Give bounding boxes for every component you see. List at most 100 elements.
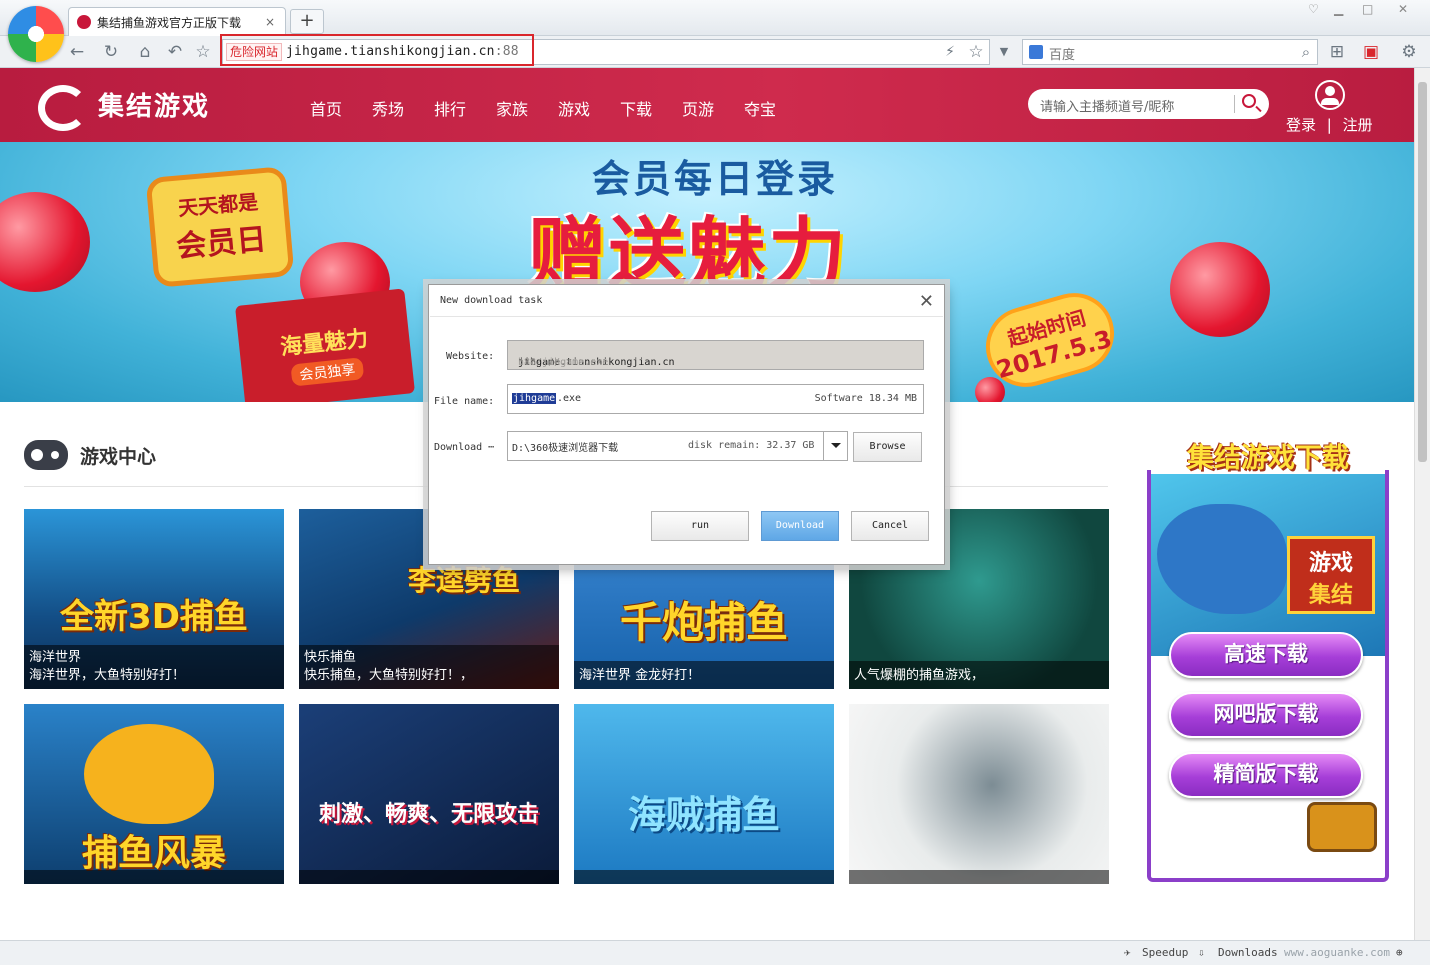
gift-box: 海量魅力 会员独享 bbox=[234, 288, 416, 402]
download-path-value: D:\360极速浏览器下载 bbox=[512, 443, 619, 454]
file-size: Software 18.34 MB bbox=[814, 393, 917, 404]
website-label: Website: bbox=[446, 351, 495, 362]
game-card[interactable] bbox=[849, 704, 1109, 884]
skin-icon[interactable]: ♡ bbox=[1308, 2, 1319, 16]
dialog-close-icon[interactable]: ✕ bbox=[919, 291, 934, 312]
lite-download-button[interactable]: 精简版下载 bbox=[1169, 752, 1363, 798]
user-avatar-icon[interactable] bbox=[1315, 80, 1345, 110]
run-button[interactable]: run bbox=[651, 511, 749, 541]
download-path-select[interactable]: D:\360极速浏览器下载 disk remain: 32.37 GB bbox=[507, 431, 848, 461]
search-icon[interactable]: ⌕ bbox=[1295, 41, 1317, 63]
website-field: http://jihgame.tianshikongjian.cn:88/jih… bbox=[507, 340, 924, 370]
downloads-label[interactable]: Downloads bbox=[1218, 946, 1278, 959]
back-icon[interactable]: ← bbox=[66, 41, 88, 63]
download-panel: 游戏 集结 集结游戏下载 高速下载 网吧版下载 精简版下载 bbox=[1145, 432, 1391, 882]
nav-games[interactable]: 游戏 bbox=[558, 96, 620, 120]
tab-active[interactable]: 集结捕鱼游戏官方正版下载 × bbox=[68, 7, 286, 36]
shark-mascot-icon bbox=[84, 724, 214, 824]
fast-download-button[interactable]: 高速下载 bbox=[1169, 632, 1363, 678]
browser-toolbar: ← ↻ ⌂ ↶ ☆ 危险网站 jihgame.tianshikongjian.c… bbox=[0, 36, 1430, 68]
game-art-title: 刺激、畅爽、无限攻击 bbox=[318, 802, 539, 827]
baidu-icon bbox=[1029, 45, 1043, 59]
download-panel-title: 集结游戏下载 bbox=[1187, 443, 1349, 474]
filename-extension: .exe bbox=[557, 393, 582, 404]
game-card[interactable]: 全新3D捕鱼 海洋世界 海洋世界，大鱼特别好打！ bbox=[24, 509, 284, 689]
refresh-icon[interactable]: ↻ bbox=[100, 41, 122, 63]
disk-remain: disk remain: 32.37 GB bbox=[688, 440, 815, 451]
filename-label: File name: bbox=[434, 396, 495, 407]
path-dropdown-icon[interactable] bbox=[823, 432, 847, 460]
netcafe-download-button[interactable]: 网吧版下载 bbox=[1169, 692, 1363, 738]
gamepad-icon bbox=[24, 440, 68, 470]
filename-selection: jihgame bbox=[512, 393, 557, 404]
downloads-icon[interactable]: ⇩ bbox=[1198, 946, 1205, 959]
ticket-icon[interactable]: ▣ bbox=[1360, 41, 1382, 63]
filename-input[interactable]: jihgame .exe Software 18.34 MB bbox=[507, 384, 924, 414]
login-link[interactable]: 登录 bbox=[1286, 116, 1316, 134]
nav-rank[interactable]: 排行 bbox=[434, 96, 496, 120]
box-line2: 会员独享 bbox=[290, 357, 365, 387]
download-dialog: New download task ✕ Website: http://jihg… bbox=[428, 284, 945, 565]
page-scrollbar[interactable] bbox=[1414, 68, 1430, 940]
game-caption: 海洋世界 金龙好打！ bbox=[574, 661, 834, 689]
game-card[interactable]: 捕鱼风暴 bbox=[24, 704, 284, 884]
browser-titlebar: 集结捕鱼游戏官方正版下载 × + ♡ ▁ □ ✕ bbox=[0, 0, 1430, 62]
caption-line1: 快乐捕鱼 bbox=[304, 650, 357, 665]
nav-home[interactable]: 首页 bbox=[310, 96, 372, 120]
game-caption bbox=[24, 870, 284, 884]
browser-search-box[interactable]: 百度 ⌕ bbox=[1022, 39, 1318, 65]
game-caption: 海洋世界 海洋世界，大鱼特别好打！ bbox=[24, 645, 284, 689]
apps-grid-icon[interactable]: ⊞ bbox=[1326, 41, 1348, 63]
zoom-icon[interactable]: ⊕ bbox=[1396, 946, 1403, 959]
game-caption bbox=[849, 870, 1109, 884]
nav-show[interactable]: 秀场 bbox=[372, 96, 434, 120]
browser-statusbar: ✈ Speedup ⇩ Downloads www.aoguanke.com ⊕ bbox=[0, 940, 1430, 965]
site-logo-text[interactable]: 集结游戏 bbox=[98, 86, 210, 123]
caption-line2: 海洋世界，大鱼特别好打！ bbox=[29, 668, 186, 683]
maximize-icon[interactable]: □ bbox=[1362, 2, 1373, 16]
nav-download[interactable]: 下载 bbox=[620, 96, 682, 120]
game-art-title: 李逵劈鱼 bbox=[407, 564, 520, 597]
tools-wrench-icon[interactable]: ⚙ bbox=[1398, 41, 1420, 63]
game-caption: 人气爆棚的捕鱼游戏， bbox=[849, 661, 1109, 689]
site-search-input[interactable]: 请输入主播频道号/昵称 bbox=[1028, 89, 1269, 119]
browse-button[interactable]: Browse bbox=[853, 432, 922, 462]
minimize-icon[interactable]: ▁ bbox=[1334, 2, 1343, 16]
cancel-button[interactable]: Cancel bbox=[851, 511, 929, 541]
favorite-star-icon[interactable]: ☆ bbox=[192, 41, 214, 63]
new-tab-button[interactable]: + bbox=[290, 9, 324, 34]
site-header: 集结游戏 首页 秀场 排行 家族 游戏 下载 页游 夺宝 请输入主播频道号/昵称… bbox=[0, 68, 1414, 142]
home-icon[interactable]: ⌂ bbox=[134, 41, 156, 63]
search-divider bbox=[1234, 95, 1235, 113]
game-card[interactable]: 海贼捕鱼 bbox=[574, 704, 834, 884]
section-title: 游戏中心 bbox=[80, 446, 157, 468]
heart-bubble-icon bbox=[0, 192, 90, 292]
browser-logo-icon[interactable] bbox=[8, 6, 64, 62]
nav-family[interactable]: 家族 bbox=[496, 96, 558, 120]
dialog-divider bbox=[430, 316, 943, 317]
bookmark-star-icon[interactable]: ☆ bbox=[965, 41, 987, 63]
tab-close-icon[interactable]: × bbox=[263, 15, 277, 29]
dialog-title: New download task bbox=[440, 295, 543, 306]
site-search-icon[interactable] bbox=[1242, 94, 1256, 108]
game-art-title: 全新3D捕鱼 bbox=[60, 597, 248, 637]
nav-webgames[interactable]: 页游 bbox=[682, 96, 744, 120]
login-register: 登录 | 注册 bbox=[1286, 114, 1373, 135]
url-highlight-box bbox=[220, 34, 534, 66]
download-button[interactable]: Download bbox=[761, 511, 839, 541]
game-caption: 快乐捕鱼 快乐捕鱼，大鱼特别好打！， bbox=[299, 645, 559, 689]
download-path-label: Download ⋯ bbox=[434, 442, 495, 453]
scrollbar-thumb[interactable] bbox=[1418, 82, 1427, 462]
close-window-icon[interactable]: ✕ bbox=[1398, 2, 1408, 16]
speedup-icon[interactable]: ✈ bbox=[1124, 946, 1131, 959]
register-link[interactable]: 注册 bbox=[1343, 116, 1373, 134]
site-favicon-icon bbox=[77, 15, 91, 29]
game-card[interactable]: 刺激、畅爽、无限攻击 bbox=[299, 704, 559, 884]
speedup-label[interactable]: Speedup bbox=[1142, 946, 1188, 959]
site-logo-icon[interactable] bbox=[38, 85, 88, 131]
site-nav: 首页 秀场 排行 家族 游戏 下载 页游 夺宝 bbox=[310, 96, 806, 120]
undo-close-icon[interactable]: ↶ bbox=[164, 41, 186, 63]
address-dropdown-icon[interactable]: ▼ bbox=[993, 41, 1015, 63]
speed-mode-icon[interactable]: ⚡ bbox=[939, 41, 961, 63]
nav-treasure[interactable]: 夺宝 bbox=[744, 96, 806, 120]
